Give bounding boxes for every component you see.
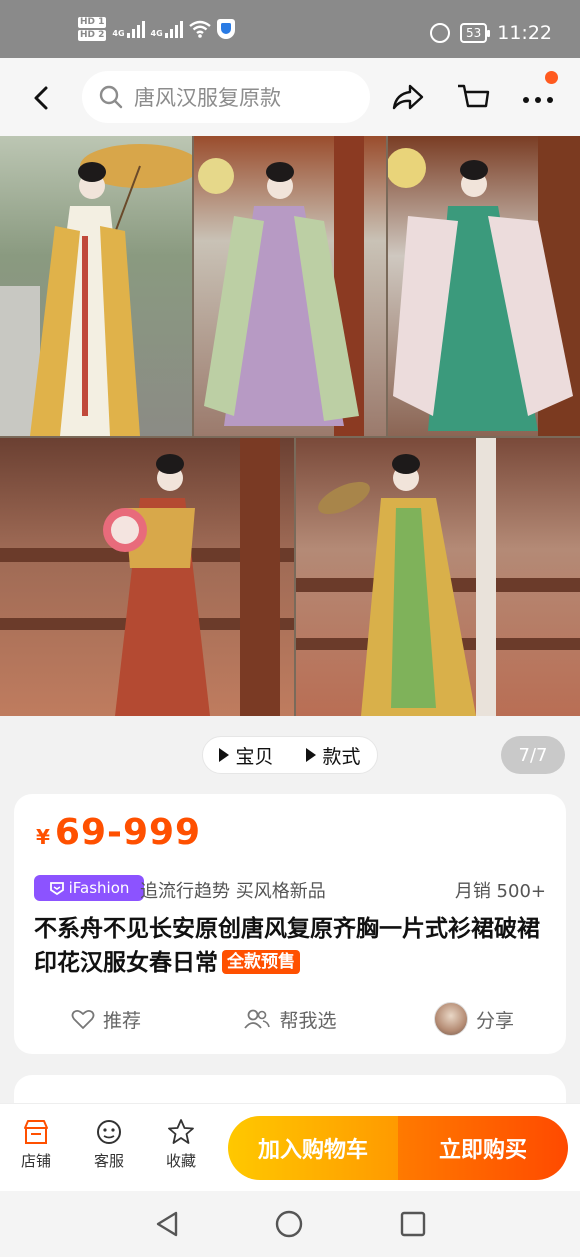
heart-icon [71,1009,95,1029]
hd2-label: HD 2 [78,30,107,41]
favorite-label: 收藏 [165,1152,196,1170]
star-icon [168,1119,194,1144]
page-indicator-text: 7/7 [518,744,548,766]
hd-indicator: HD 1 HD 2 [78,16,107,42]
help-me-choose-button[interactable]: 帮我选 [198,997,382,1041]
product-info-card: ¥69-999 iFashion 追流行趋势 买风格新品 月销 500+ 不系舟… [14,794,566,1054]
nav-recents-icon[interactable] [398,1209,428,1239]
presale-badge: 全款预售 [222,950,300,974]
tab-item[interactable]: 宝贝 [219,742,274,769]
play-icon [306,748,317,762]
customer-service-icon [97,1120,121,1144]
gallery-photo-3 [388,136,580,436]
avatar [433,1002,468,1036]
share-label: 分享 [475,1009,514,1032]
signal-2: 4G [151,20,183,38]
recommend-button[interactable]: 推荐 [14,997,198,1041]
product-image-gallery[interactable] [0,136,580,716]
product-title: 不系舟不见长安原创唐风复原齐胸一片式衫裙破裙印花汉服女春日常 全款预售 [34,912,554,980]
status-bar: HD 1 HD 2 4G 4G 53 11:22 [0,0,580,58]
recommend-label: 推荐 [102,1009,141,1032]
notification-dot [545,71,558,84]
shop-icon [24,1120,48,1144]
top-nav: 唐风汉服复原款 [0,58,580,136]
share-icon[interactable] [388,80,428,116]
product-actions: 推荐 帮我选 分享 [14,997,566,1041]
sig2-label: 4G [150,29,163,38]
page-indicator: 7/7 [501,736,565,774]
badge-slogan: 追流行趋势 买风格新品 [140,881,326,902]
monthly-sales: 月销 500+ [454,881,546,902]
gallery-photo-2 [194,136,386,436]
signal-bars-icon [126,20,145,38]
battery-level: 53 [465,26,482,40]
price-value: 69-999 [54,812,202,853]
price: ¥69-999 [36,812,201,853]
bottom-action-bar: 店铺 客服 收藏 加入购物车 立即购买 [0,1103,580,1191]
status-left: HD 1 HD 2 4G 4G [78,16,235,42]
security-shield-icon [216,19,235,39]
tab-item-label: 宝贝 [235,745,274,768]
model-figure-yellow-green [296,438,580,716]
cart-icon[interactable] [454,80,494,116]
hd1-label: HD 1 [78,17,107,28]
nav-home-icon[interactable] [274,1209,304,1239]
signal-bars-icon [164,20,183,38]
battery-icon: 53 [459,23,491,43]
share-button[interactable]: 分享 [382,997,566,1041]
shop-label: 店铺 [20,1152,51,1170]
clock: 11:22 [497,22,552,44]
play-icon [219,748,230,762]
system-nav-bar [0,1191,580,1257]
customer-service-label: 客服 [93,1152,124,1170]
wifi-icon [188,20,211,38]
more-icon[interactable] [518,80,558,116]
ifashion-badge[interactable]: iFashion [34,875,144,901]
tab-style[interactable]: 款式 [306,742,361,769]
buy-now-button[interactable]: 立即购买 [398,1116,568,1180]
ifashion-label: iFashion [68,879,130,897]
search-placeholder: 唐风汉服复原款 [134,86,281,110]
search-bar[interactable]: 唐风汉服复原款 [82,71,370,123]
add-to-cart-label: 加入购物车 [257,1138,368,1163]
help-me-choose-label: 帮我选 [279,1009,337,1032]
nav-back-icon[interactable] [152,1209,182,1239]
model-figure-green [388,136,580,436]
add-to-cart-button[interactable]: 加入购物车 [228,1116,398,1180]
gallery-tabs: 宝贝 款式 [202,736,378,774]
gallery-photo-4 [0,438,294,716]
customer-service-button[interactable]: 客服 [79,1118,139,1171]
signal-1: 4G [112,20,145,38]
model-figure-yellow [0,144,192,436]
tab-style-label: 款式 [322,745,361,768]
people-icon [244,1009,271,1029]
shop-button[interactable]: 店铺 [6,1118,66,1171]
status-right: 53 11:22 [429,22,552,44]
model-figure-purple [198,136,364,436]
model-figure-red [0,438,294,716]
alarm-icon [429,23,450,43]
back-arrow-icon[interactable] [26,83,56,113]
currency-symbol: ¥ [36,825,51,849]
search-icon [99,85,123,109]
gallery-photo-5 [296,438,580,716]
favorite-button[interactable]: 收藏 [151,1118,211,1171]
gallery-photo-1 [0,136,192,436]
sig1-label: 4G [112,29,125,38]
buy-now-label: 立即购买 [438,1138,527,1163]
ifashion-logo-icon [49,882,64,896]
